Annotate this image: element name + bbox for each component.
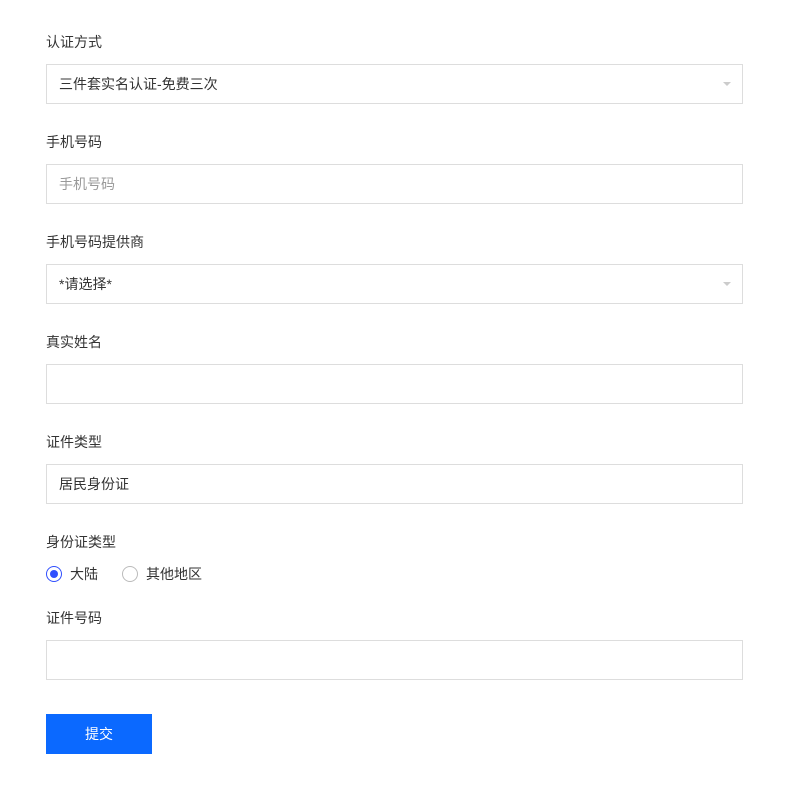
id-type-label: 证件类型: [46, 432, 743, 452]
real-name-input[interactable]: [46, 364, 743, 404]
submit-button[interactable]: 提交: [46, 714, 152, 754]
id-region-label: 身份证类型: [46, 532, 743, 552]
radio-icon: [46, 566, 62, 582]
auth-method-select[interactable]: 三件套实名认证-免费三次: [46, 64, 743, 104]
id-region-group: 大陆 其他地区: [46, 564, 743, 584]
id-type-input[interactable]: [46, 464, 743, 504]
provider-select[interactable]: *请选择*: [46, 264, 743, 304]
radio-other[interactable]: 其他地区: [122, 564, 202, 584]
radio-mainland-label: 大陆: [70, 564, 98, 584]
id-number-label: 证件号码: [46, 608, 743, 628]
real-name-label: 真实姓名: [46, 332, 743, 352]
auth-method-selected: 三件套实名认证-免费三次: [46, 64, 743, 104]
provider-selected: *请选择*: [46, 264, 743, 304]
phone-label: 手机号码: [46, 132, 743, 152]
radio-icon: [122, 566, 138, 582]
radio-other-label: 其他地区: [146, 564, 202, 584]
provider-label: 手机号码提供商: [46, 232, 743, 252]
auth-method-label: 认证方式: [46, 32, 743, 52]
id-number-input[interactable]: [46, 640, 743, 680]
phone-input[interactable]: [46, 164, 743, 204]
radio-mainland[interactable]: 大陆: [46, 564, 98, 584]
